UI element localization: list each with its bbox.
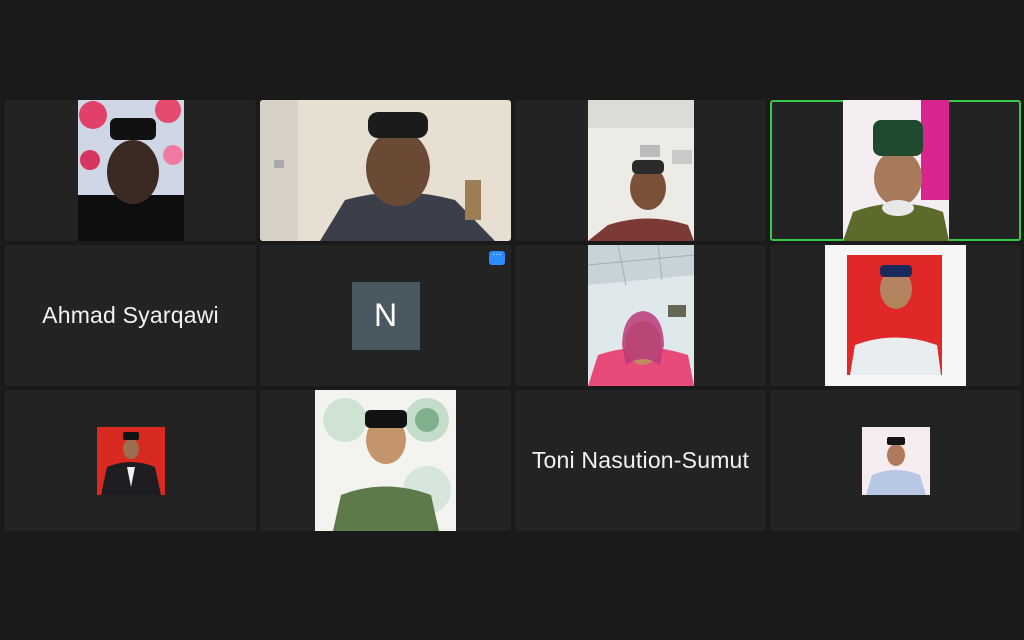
participant-avatar-tile[interactable]: ··· N [260, 245, 511, 386]
participant-video [587, 245, 694, 386]
participant-name-tile[interactable]: Toni Nasution-Sumut [515, 390, 766, 531]
participant-video-tile[interactable] [5, 390, 256, 531]
participant-name-tile[interactable]: Ahmad Syarqawi [5, 245, 256, 386]
gallery-view-grid: Ahmad Syarqawi ··· N Toni Nasution-Sumut [5, 100, 1021, 531]
participant-video-tile[interactable] [770, 390, 1021, 531]
participant-video-tile-active-speaker[interactable] [770, 100, 1021, 241]
participant-video [96, 426, 165, 495]
participant-video [861, 426, 930, 495]
participant-video [587, 100, 694, 241]
participant-video [77, 100, 184, 241]
participant-video [842, 100, 949, 241]
participant-video-tile[interactable] [515, 245, 766, 386]
participant-name: Ahmad Syarqawi [42, 302, 219, 328]
participant-name: Toni Nasution-Sumut [531, 447, 750, 473]
avatar: N [351, 281, 420, 350]
participant-video [315, 390, 456, 531]
participant-video [260, 100, 511, 241]
participant-video-tile[interactable] [515, 100, 766, 241]
participant-video [825, 245, 966, 386]
participant-video-tile[interactable] [770, 245, 1021, 386]
participant-video-tile[interactable] [5, 100, 256, 241]
participant-video-tile[interactable] [260, 100, 511, 241]
participant-video-tile[interactable] [260, 390, 511, 531]
more-options-icon[interactable]: ··· [489, 250, 505, 265]
